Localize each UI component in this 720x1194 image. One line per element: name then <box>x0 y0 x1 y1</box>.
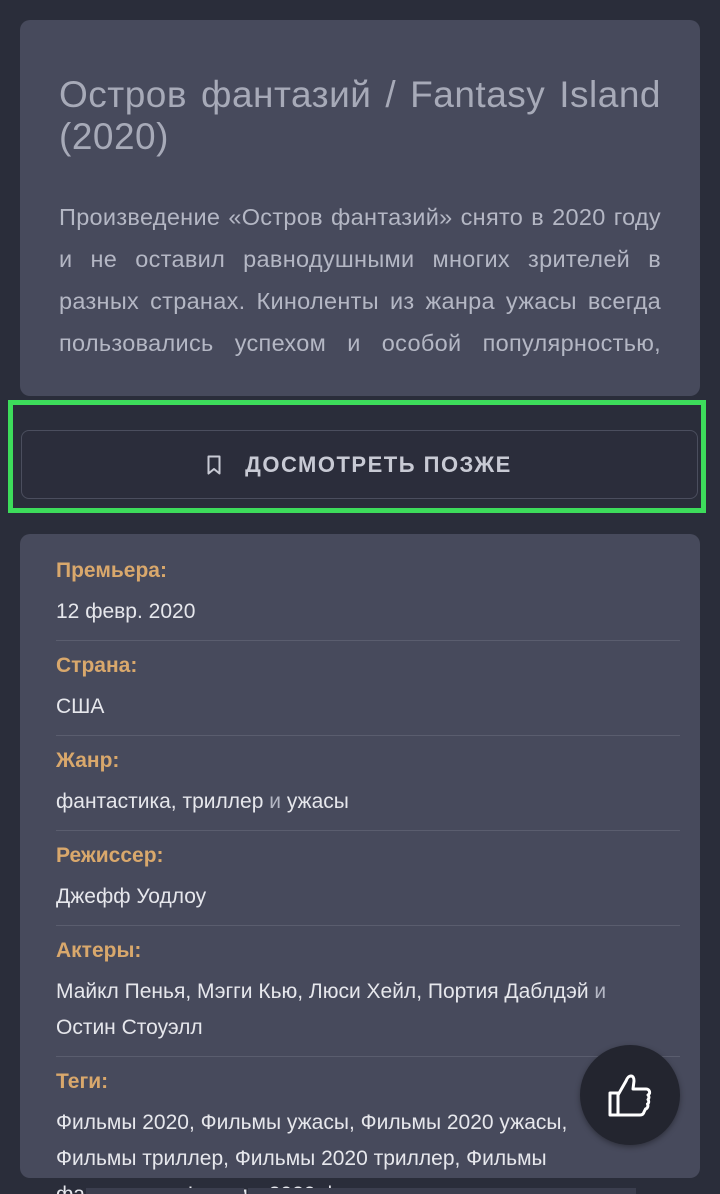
actors-value: Майкл Пенья, Мэгги Кью, Люси Хейл, Порти… <box>56 974 680 1046</box>
premiere-value: 12 февр. 2020 <box>56 600 196 623</box>
like-button[interactable] <box>580 1045 680 1145</box>
movie-description: Произведение «Остров фантазий» снято в 2… <box>59 204 661 356</box>
country-value[interactable]: США <box>56 689 680 725</box>
thumbs-up-icon <box>608 1074 652 1117</box>
genre-link[interactable]: триллер <box>182 790 263 813</box>
description-card: Остров фантазий / Fantasy Island (2020) … <box>20 20 700 396</box>
country-row: Страна: США <box>56 651 680 736</box>
director-row: Режиссер: Джефф Уодлоу <box>56 841 680 926</box>
bottom-tab <box>248 1188 636 1194</box>
watch-later-label: ДОСМОТРЕТЬ ПОЗЖЕ <box>245 451 512 477</box>
director-value[interactable]: Джефф Уодлоу <box>56 879 680 915</box>
watch-later-button[interactable]: ДОСМОТРЕТЬ ПОЗЖЕ <box>21 430 698 499</box>
page: Остров фантазий / Fantasy Island (2020) … <box>0 0 720 1194</box>
premiere-label: Премьера: <box>56 559 167 582</box>
premiere-row: Премьера: 12 февр. 2020 <box>56 556 680 641</box>
genre-value: фантастика, триллер и ужасы <box>56 784 680 820</box>
actors-and: и <box>594 980 607 1003</box>
movie-title: Остров фантазий / Fantasy Island (2020) <box>59 74 661 157</box>
genre-link[interactable]: ужасы <box>287 790 349 813</box>
genre-separator: , <box>170 790 177 813</box>
genre-and: и <box>269 790 281 813</box>
director-label: Режиссер: <box>56 844 164 867</box>
bookmark-icon <box>207 455 221 474</box>
actors-label: Актеры: <box>56 939 142 962</box>
bottom-tab <box>86 1188 244 1194</box>
genre-row: Жанр: фантастика, триллер и ужасы <box>56 746 680 831</box>
actors-list-last[interactable]: Остин Стоуэлл <box>56 1016 203 1039</box>
actors-row: Актеры: Майкл Пенья, Мэгги Кью, Люси Хей… <box>56 936 680 1057</box>
genre-label: Жанр: <box>56 749 120 772</box>
description-container: Произведение «Остров фантазий» снято в 2… <box>59 196 661 366</box>
actors-list[interactable]: Майкл Пенья, Мэгги Кью, Люси Хейл, Порти… <box>56 980 589 1003</box>
country-label: Страна: <box>56 654 138 677</box>
genre-link[interactable]: фантастика <box>56 790 171 813</box>
